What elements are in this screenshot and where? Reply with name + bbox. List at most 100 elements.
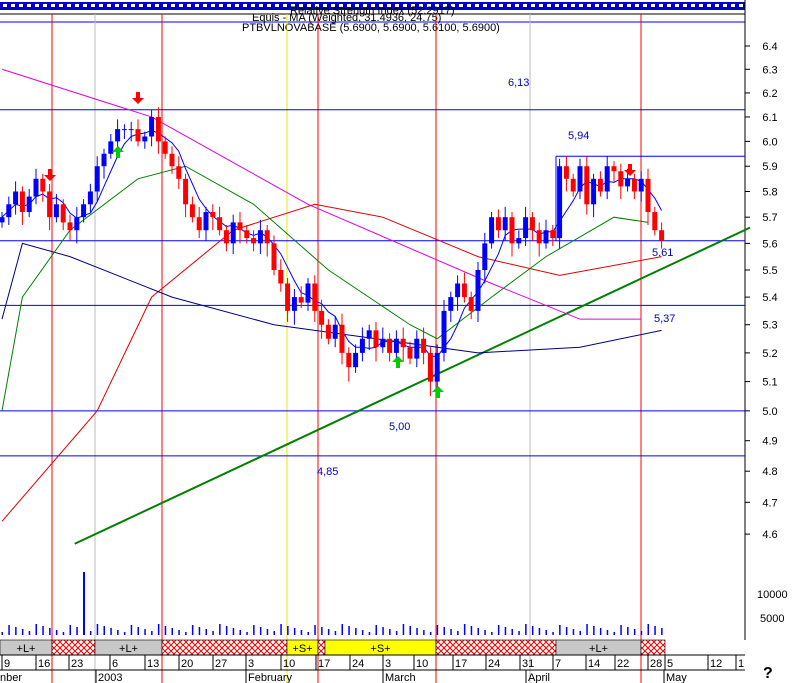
candle-body xyxy=(414,338,420,359)
volume-bar xyxy=(640,631,643,635)
volume-bar xyxy=(253,625,255,635)
header-dot xyxy=(99,4,103,7)
volume-bar xyxy=(613,632,615,635)
header-dot xyxy=(643,4,647,7)
volume-bar xyxy=(497,625,500,635)
candle-body xyxy=(502,217,508,231)
candle-body xyxy=(217,217,223,231)
candle-body xyxy=(591,178,597,205)
header-dot xyxy=(227,4,231,7)
candle-body xyxy=(149,116,155,137)
volume-bar xyxy=(334,631,337,635)
candle-body xyxy=(26,196,32,213)
volume-bar xyxy=(361,630,364,635)
volume-tick: 10000 xyxy=(757,589,788,601)
volume-bar xyxy=(123,632,126,635)
header-dot xyxy=(35,4,39,7)
header-dot xyxy=(723,4,727,7)
volume-bar xyxy=(545,630,547,635)
candle-body xyxy=(489,217,495,244)
signal-segment xyxy=(317,639,326,656)
header-dot xyxy=(659,4,663,7)
candle-body xyxy=(659,230,665,241)
volume-bar xyxy=(164,626,167,635)
volume-bar xyxy=(382,627,384,635)
y-tick-label: 5.8 xyxy=(762,186,777,198)
help-icon: ? xyxy=(763,665,773,682)
moving-average-fast xyxy=(1,130,663,358)
candle-body xyxy=(13,191,19,205)
header-dot xyxy=(275,4,279,7)
volume-bar xyxy=(661,628,663,635)
month-label: May xyxy=(666,672,687,683)
volume-bar xyxy=(117,630,119,635)
header-dot xyxy=(251,4,255,7)
header-dot xyxy=(563,4,567,7)
candle-body xyxy=(577,166,583,192)
date-label: 17 xyxy=(455,658,467,670)
candle-body xyxy=(543,230,549,244)
candle-body xyxy=(81,204,87,218)
volume-bar xyxy=(620,625,622,635)
volume-bar xyxy=(579,631,581,635)
moving-average-navy xyxy=(1,242,662,354)
volume-bar xyxy=(627,627,629,635)
header-dot xyxy=(43,4,47,7)
candle-body xyxy=(237,222,243,231)
date-label: 6 xyxy=(112,658,118,670)
volume-bar xyxy=(280,624,282,635)
candle-body xyxy=(203,212,209,231)
chart-window: Relative Strength Index (52.2917) Equis -… xyxy=(0,0,792,683)
header-dot xyxy=(139,4,143,7)
date-label: 3 xyxy=(385,658,391,670)
candle-body xyxy=(196,217,202,231)
volume-bar xyxy=(232,628,235,635)
candle-body xyxy=(421,338,427,353)
candle-body xyxy=(94,166,100,192)
price-chart[interactable]: Relative Strength Index (52.2917)Equis -… xyxy=(0,0,792,683)
volume-bar xyxy=(205,629,207,635)
header-dot xyxy=(11,4,15,7)
y-tick-label: 5.2 xyxy=(762,348,777,360)
date-label: 1 xyxy=(738,658,744,670)
y-tick-label: 5.0 xyxy=(762,406,777,418)
y-tick-label: 5.4 xyxy=(762,292,777,304)
volume-bar xyxy=(606,630,609,635)
date-label: 3 xyxy=(248,658,254,670)
volume-bar xyxy=(137,627,139,635)
volume-bar xyxy=(511,629,513,635)
arrow-down-icon xyxy=(132,92,144,104)
candle-body xyxy=(169,153,175,167)
candle-body xyxy=(325,324,331,339)
candle-body xyxy=(332,324,338,339)
header-dot xyxy=(595,4,599,7)
candle-body xyxy=(74,217,80,231)
date-label: 17 xyxy=(318,658,330,670)
header-dot xyxy=(539,4,543,7)
header-dot xyxy=(211,4,215,7)
header-dot xyxy=(699,4,703,7)
candle-body xyxy=(359,338,365,353)
volume-bar xyxy=(599,628,602,635)
candle-body xyxy=(278,269,284,284)
signal-label: +L+ xyxy=(17,643,36,655)
header-dot xyxy=(467,4,471,7)
candle-body xyxy=(155,116,161,142)
arrow-down-icon xyxy=(44,169,56,181)
header-security: PTBVLNOVABASE (5.6900, 5.6900, 5.6100, 5… xyxy=(242,22,500,34)
y-tick-label: 5.1 xyxy=(762,377,777,389)
date-label: 16 xyxy=(38,658,50,670)
header-dot xyxy=(155,4,159,7)
candle-body xyxy=(319,310,325,325)
header-dot xyxy=(731,4,735,7)
moving-average-magenta xyxy=(1,68,642,320)
volume-bar xyxy=(266,629,269,635)
y-tick-label: 5.7 xyxy=(762,212,777,224)
y-tick-label: 5.5 xyxy=(762,265,777,277)
volume-bar xyxy=(246,632,248,635)
volume-bar xyxy=(484,630,486,635)
date-label: 10 xyxy=(283,658,295,670)
candle-body xyxy=(285,283,291,311)
level-label: 5,94 xyxy=(568,130,589,142)
header-dot xyxy=(19,4,23,7)
